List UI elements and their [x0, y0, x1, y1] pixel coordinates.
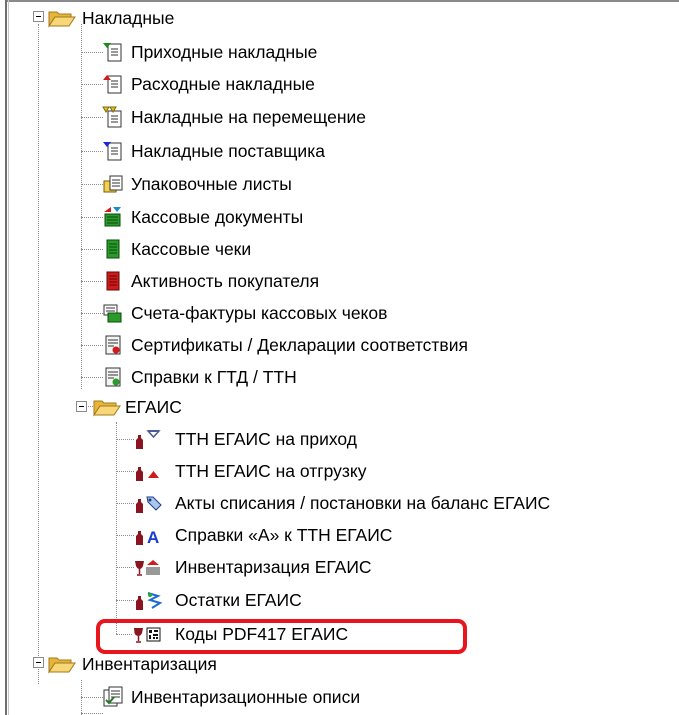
tree-node-egais-ttn-incoming[interactable]: ТТН ЕГАИС на приход	[132, 423, 360, 455]
tree-line-h	[81, 697, 103, 698]
bottle-arrow-out-icon	[132, 460, 168, 482]
tree-node-label: Кассовые документы	[131, 207, 304, 227]
tree-node-label: ЕГАИС	[125, 397, 182, 417]
tree-node-customs-certificates[interactable]: Справки к ГТД / ТТН	[102, 361, 300, 393]
tree-node-egais-stock[interactable]: Остатки ЕГАИС	[132, 584, 305, 616]
tree-node-customer-activity[interactable]: Активность покупателя	[102, 265, 322, 297]
tree-node-cash-receipts[interactable]: Кассовые чеки	[102, 233, 254, 265]
tree-node-label: Справки «А» к ТТН ЕГАИС	[175, 525, 393, 545]
tree-node-egais[interactable]: ЕГАИС	[92, 391, 185, 423]
bottle-certificate-a-icon: A	[132, 524, 168, 547]
tree-line-h	[81, 377, 103, 378]
bottle-stock-icon	[132, 589, 168, 611]
tree-node-inventory[interactable]: Инвентаризация	[47, 648, 220, 680]
tree-node-label: Приходные накладные	[131, 42, 318, 62]
tree-container: Накладные Приходные накладные Расходные …	[0, 0, 679, 715]
tree-node-label: Активность покупателя	[131, 271, 320, 291]
tree-node-label: Сертификаты / Декларации соответствия	[131, 335, 468, 355]
tree-line-h	[81, 217, 103, 218]
tree-node-incoming-invoices[interactable]: Приходные накладные	[102, 36, 320, 68]
collapse-toggle-inventory[interactable]	[33, 657, 44, 668]
tree-line-h	[81, 249, 103, 250]
tree-node-receipt-invoices[interactable]: Счета-фактуры кассовых чеков	[102, 297, 390, 329]
tree-line-h	[81, 84, 103, 85]
bottle-act-icon	[132, 492, 168, 514]
tree-node-label: Накладные	[82, 8, 175, 28]
svg-text:A: A	[147, 528, 159, 546]
tree-node-label: Остатки ЕГАИС	[175, 590, 302, 610]
bottle-arrow-in-icon	[132, 428, 168, 450]
tree-node-label: Упаковочные листы	[131, 174, 292, 194]
tree-node-egais-ttn-outgoing[interactable]: ТТН ЕГАИС на отгрузку	[132, 455, 370, 487]
tree-line-egais-v	[116, 422, 117, 634]
tree-line-h	[81, 184, 103, 185]
tree-view: Накладные Приходные накладные Расходные …	[0, 0, 679, 715]
collapse-toggle-egais[interactable]	[76, 401, 87, 412]
tree-line-h	[81, 117, 103, 118]
tree-node-egais-certificates-a[interactable]: A Справки «А» к ТТН ЕГАИС	[132, 519, 395, 551]
inventory-list-icon	[102, 686, 124, 708]
tree-node-outgoing-invoices[interactable]: Расходные накладные	[102, 68, 318, 100]
tree-line-h	[81, 713, 103, 714]
tree-node-label: Инвентаризация	[82, 654, 217, 674]
collapse-toggle-nakladnye[interactable]	[33, 11, 44, 22]
certificate-icon	[102, 334, 124, 356]
tree-line-h	[81, 281, 103, 282]
document-arrow-in-icon	[102, 41, 124, 63]
glass-inventory-icon	[132, 556, 168, 578]
tree-node-transfer-invoices[interactable]: Накладные на перемещение	[102, 101, 369, 133]
tree-node-label: Инвентаризация ЕГАИС	[175, 557, 372, 577]
tree-node-label: Акты списания / постановки на баланс ЕГА…	[175, 493, 551, 513]
tree-line-root-v	[38, 24, 39, 684]
tree-node-cash-documents[interactable]: Кассовые документы	[102, 201, 306, 233]
tree-node-supplier-invoices[interactable]: Накладные поставщика	[102, 135, 328, 167]
tree-node-label: ТТН ЕГАИС на приход	[175, 429, 357, 449]
tree-node-label: Накладные поставщика	[131, 141, 325, 161]
folder-open-icon	[47, 653, 76, 675]
tree-line-h	[81, 345, 103, 346]
tree-node-inventory-lists[interactable]: Инвентаризационные описи	[102, 681, 363, 713]
tree-node-label: Расходные накладные	[131, 74, 315, 94]
folder-open-icon	[47, 7, 76, 29]
tree-line-h	[81, 151, 103, 152]
cash-receipt-icon	[102, 238, 124, 260]
tree-node-certificates[interactable]: Сертификаты / Декларации соответствия	[102, 329, 471, 361]
customer-activity-icon	[102, 270, 124, 292]
document-supplier-icon	[102, 140, 124, 162]
tree-line-h	[81, 313, 103, 314]
tree-node-nakladnye[interactable]: Накладные	[47, 2, 177, 34]
invoice-receipts-icon	[102, 302, 124, 324]
cash-documents-icon	[102, 206, 124, 228]
tree-node-label: Накладные на перемещение	[131, 107, 367, 127]
tree-node-label: Инвентаризационные описи	[131, 687, 361, 707]
folder-open-icon	[92, 396, 121, 418]
document-transfer-icon	[102, 106, 124, 128]
tree-node-label: ТТН ЕГАИС на отгрузку	[175, 461, 367, 481]
packing-list-icon	[102, 173, 124, 195]
tree-line-h	[81, 52, 103, 53]
tree-node-egais-acts[interactable]: Акты списания / постановки на баланс ЕГА…	[132, 487, 553, 519]
tree-node-label: Счета-фактуры кассовых чеков	[131, 303, 388, 323]
tree-line-nakladnye-v	[81, 24, 82, 389]
tree-node-egais-inventory[interactable]: Инвентаризация ЕГАИС	[132, 551, 375, 583]
tree-node-packing-lists[interactable]: Упаковочные листы	[102, 168, 295, 200]
tree-node-label: Кассовые чеки	[131, 239, 252, 259]
customs-certificate-icon	[102, 366, 124, 388]
document-arrow-out-icon	[102, 73, 124, 95]
tree-node-label: Справки к ГТД / ТТН	[131, 367, 297, 387]
